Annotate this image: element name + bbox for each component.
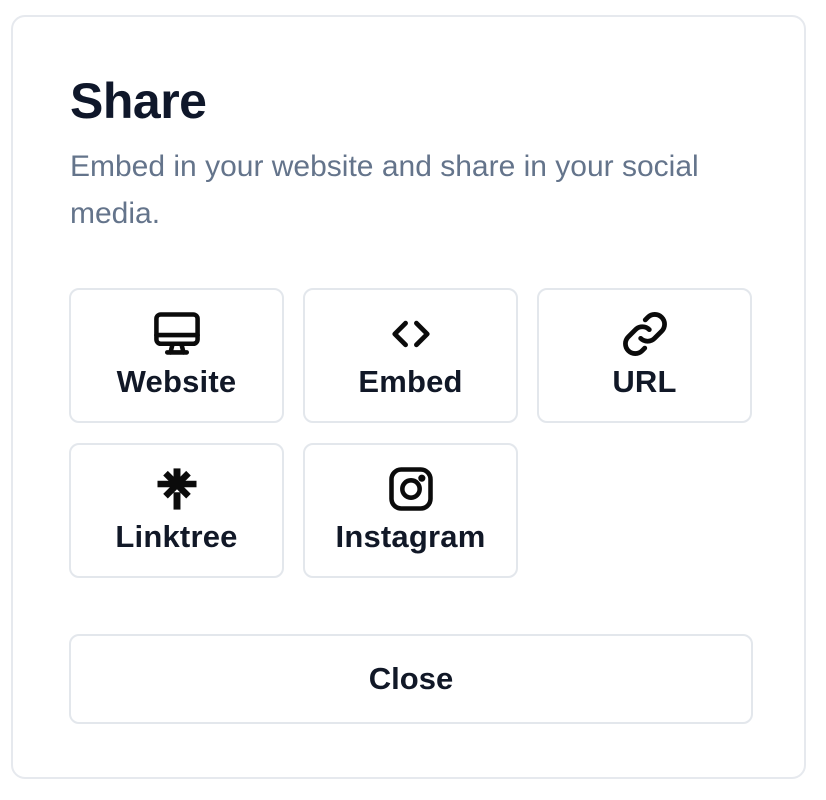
share-option-embed[interactable]: Embed <box>303 288 518 423</box>
share-option-label: Linktree <box>115 519 238 554</box>
code-icon <box>385 308 437 360</box>
share-option-label: Website <box>116 364 237 399</box>
share-dialog: Share Embed in your website and share in… <box>11 15 806 779</box>
share-options-grid: Website Embed URL Linktree Instagram <box>69 288 753 578</box>
link-icon <box>619 308 671 360</box>
dialog-title: Share <box>70 73 207 129</box>
monitor-icon <box>151 308 203 360</box>
share-option-label: URL <box>612 364 677 399</box>
share-option-linktree[interactable]: Linktree <box>69 443 284 578</box>
close-button[interactable]: Close <box>69 634 753 724</box>
share-option-label: Instagram <box>335 519 486 554</box>
linktree-icon <box>151 463 203 515</box>
share-option-label: Embed <box>358 364 463 399</box>
share-option-url[interactable]: URL <box>537 288 752 423</box>
share-option-instagram[interactable]: Instagram <box>303 443 518 578</box>
instagram-icon <box>385 463 437 515</box>
share-option-website[interactable]: Website <box>69 288 284 423</box>
dialog-subtitle: Embed in your website and share in your … <box>70 150 699 230</box>
